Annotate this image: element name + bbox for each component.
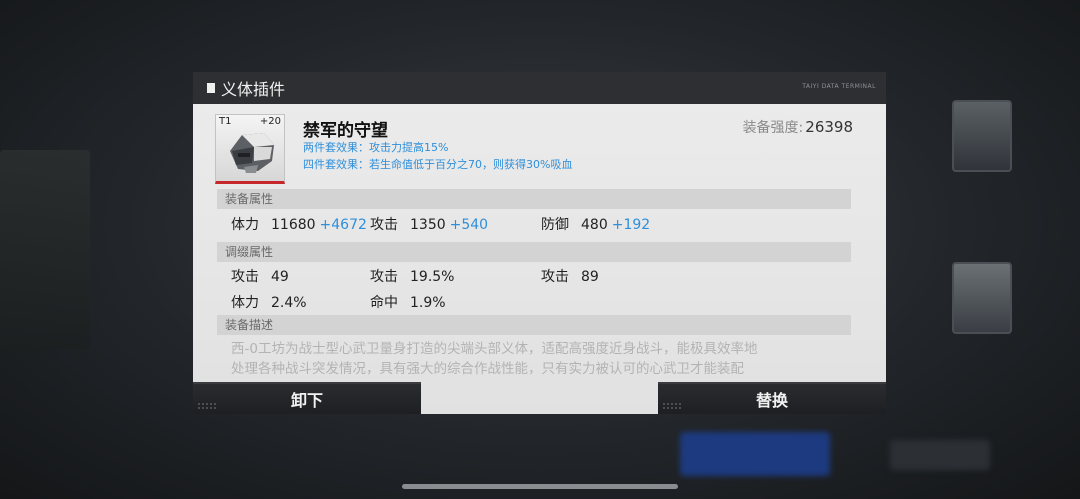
stat-name: 防御 <box>541 217 569 233</box>
implant-detail-dialog: 义体插件 TAIYI DATA TERMINAL T1 +20 禁军的守望 两件… <box>193 72 886 414</box>
background-equipment-slot <box>952 100 1012 172</box>
stat-value: 1350 <box>410 217 446 233</box>
stat-value: 1.9% <box>410 295 446 311</box>
stat-value: 89 <box>581 269 599 285</box>
item-description[interactable]: 西-0工坊为战士型心武卫量身打造的尖端头部义体，适配高强度近身战斗，能极具效率地… <box>231 339 831 379</box>
implant-item-icon: T1 +20 <box>215 114 285 184</box>
description-line: 西-0工坊为战士型心武卫量身打造的尖端头部义体，适配高强度近身战斗，能极具效率地 <box>231 341 758 357</box>
tune-stat: 攻击 89 <box>541 266 599 286</box>
home-indicator[interactable] <box>402 484 678 489</box>
section-tune-attributes: 调缀属性 <box>217 242 851 262</box>
stat-name: 命中 <box>370 295 398 311</box>
stat-bonus: +192 <box>611 217 651 233</box>
four-piece-bonus: 四件套效果：若生命值低于百分之70，则获得30%吸血 <box>303 158 573 171</box>
tune-stat: 体力 2.4% <box>231 292 307 312</box>
equip-stat-hp: 体力 11680 +4672 <box>231 214 367 234</box>
terminal-label: TAIYI DATA TERMINAL <box>802 83 876 90</box>
unequip-label: 卸下 <box>290 391 323 410</box>
stat-value: 2.4% <box>271 295 307 311</box>
stat-name: 攻击 <box>370 217 398 233</box>
item-tier: T1 <box>219 116 232 127</box>
dialog-header: 义体插件 TAIYI DATA TERMINAL <box>193 72 886 104</box>
background-scenery <box>0 150 90 350</box>
two-piece-bonus: 两件套效果：攻击力提高15% <box>303 141 449 154</box>
stat-name: 攻击 <box>541 269 569 285</box>
item-name: 禁军的守望 <box>303 121 388 141</box>
power-label: 装备强度: <box>742 120 804 136</box>
equipment-power: 装备强度: 26398 <box>743 117 853 137</box>
power-value: 26398 <box>805 118 853 136</box>
button-texture <box>662 402 682 410</box>
stat-name: 攻击 <box>370 269 398 285</box>
dialog-title: 义体插件 <box>221 80 286 99</box>
section-equip-attributes: 装备属性 <box>217 189 851 209</box>
stat-value: 19.5% <box>410 269 455 285</box>
background-button <box>680 432 830 476</box>
section-description: 装备描述 <box>217 315 851 335</box>
stat-value: 480 <box>581 217 608 233</box>
equip-stat-defense: 防御 480 +192 <box>541 214 650 234</box>
tune-stat: 攻击 19.5% <box>370 266 454 286</box>
tune-stat: 命中 1.9% <box>370 292 446 312</box>
equip-stat-attack: 攻击 1350 +540 <box>370 214 488 234</box>
unequip-button[interactable]: 卸下 <box>193 382 421 414</box>
stat-value: 11680 <box>271 217 316 233</box>
stat-name: 攻击 <box>231 269 259 285</box>
button-texture <box>197 402 217 410</box>
stat-bonus: +4672 <box>319 217 367 233</box>
tune-stat: 攻击 49 <box>231 266 289 286</box>
stat-bonus: +540 <box>449 217 489 233</box>
background-button <box>890 440 990 470</box>
stat-name: 体力 <box>231 295 259 311</box>
replace-button[interactable]: 替换 <box>658 382 886 414</box>
background-equipment-slot <box>952 262 1012 334</box>
stat-name: 体力 <box>231 217 259 233</box>
item-level: +20 <box>259 116 281 127</box>
description-line: 处理各种战斗突发情况，具有强大的综合作战性能，只有实力被认可的心武卫才能装配 <box>231 361 744 377</box>
header-square-icon <box>207 83 215 93</box>
replace-label: 替换 <box>755 391 788 410</box>
helmet-icon <box>230 133 274 173</box>
stat-value: 49 <box>271 269 289 285</box>
